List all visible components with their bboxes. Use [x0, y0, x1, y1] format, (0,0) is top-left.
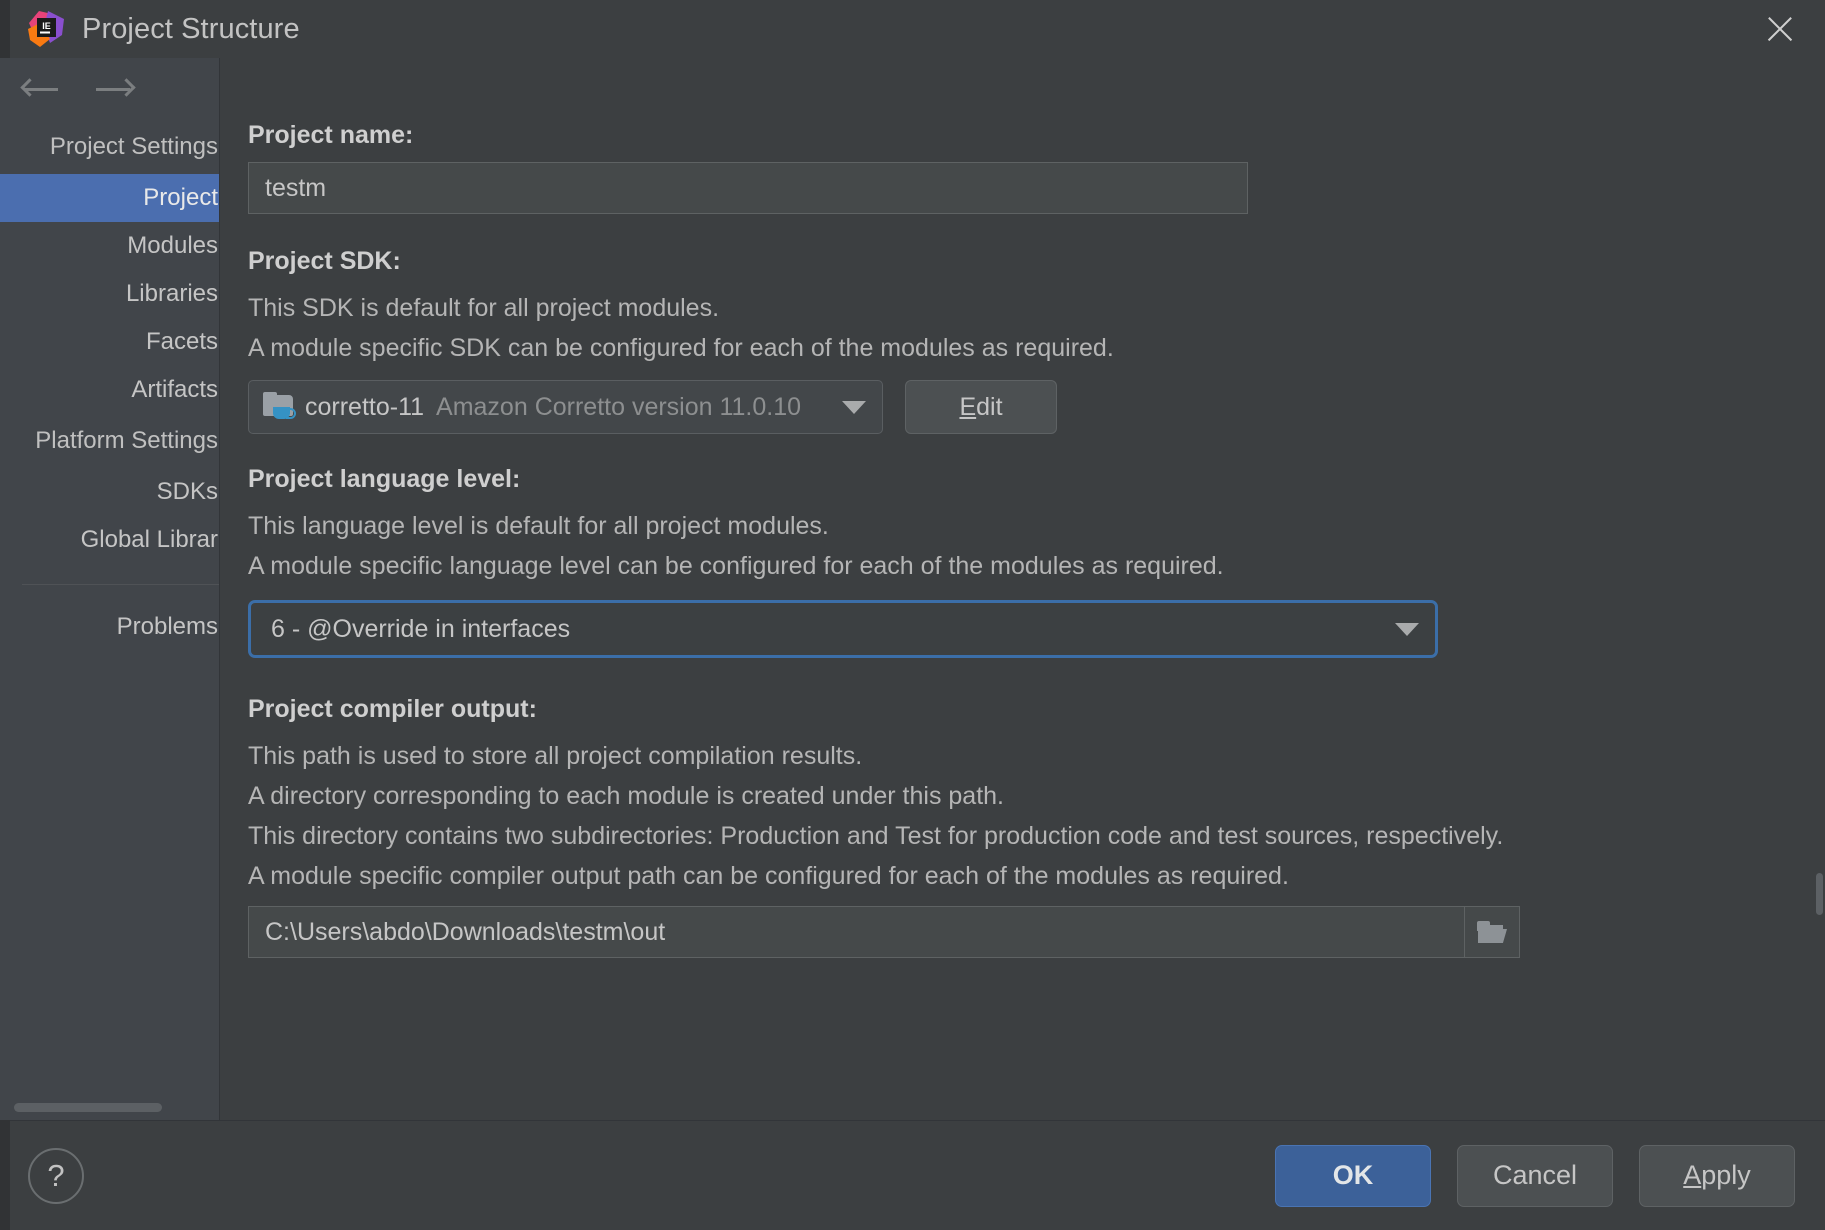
project-structure-dialog: IE Project Structure Project Settings Pr…: [0, 0, 1825, 1230]
language-level-selected-value: 6 - @Override in interfaces: [271, 615, 570, 644]
svg-text:IE: IE: [42, 21, 51, 31]
project-sdk-combobox[interactable]: corretto-11 Amazon Corretto version 11.0…: [248, 380, 883, 434]
apply-button[interactable]: Apply: [1639, 1145, 1795, 1207]
sidebar-item-artifacts[interactable]: Artifacts: [0, 366, 219, 414]
project-language-level-label: Project language level:: [248, 462, 1793, 496]
browse-compiler-output-button[interactable]: [1464, 906, 1520, 958]
project-sdk-description-line-1: This SDK is default for all project modu…: [248, 288, 1793, 328]
project-name-input[interactable]: testm: [248, 162, 1248, 214]
content-vertical-scrollbar[interactable]: [1816, 873, 1823, 915]
project-compiler-output-label: Project compiler output:: [248, 692, 1793, 726]
sidebar-group-platform-settings: Platform Settings: [0, 414, 219, 468]
project-sdk-label: Project SDK:: [248, 244, 1793, 278]
language-level-description-line-1: This language level is default for all p…: [248, 506, 1793, 546]
intellij-idea-logo-icon: IE: [26, 9, 66, 49]
sidebar-item-modules[interactable]: Modules: [0, 222, 219, 270]
folder-open-icon: [1477, 921, 1507, 943]
sidebar-divider: [22, 584, 219, 585]
sidebar-item-global-libraries[interactable]: Global Librar: [0, 516, 219, 564]
arrow-right-icon[interactable]: [94, 76, 134, 102]
compiler-output-description-line-2: A directory corresponding to each module…: [248, 776, 1793, 816]
sidebar-item-facets[interactable]: Facets: [0, 318, 219, 366]
compiler-output-description-line-3: This directory contains two subdirectori…: [248, 816, 1793, 856]
project-name-label: Project name:: [248, 118, 1793, 152]
sidebar-item-sdks[interactable]: SDKs: [0, 468, 219, 516]
question-mark-icon[interactable]: ?: [28, 1148, 84, 1204]
chevron-down-icon: [1395, 623, 1419, 636]
project-sdk-row: corretto-11 Amazon Corretto version 11.0…: [248, 380, 1793, 434]
compiler-output-description-line-1: This path is used to store all project c…: [248, 736, 1793, 776]
project-language-level-combobox[interactable]: 6 - @Override in interfaces: [248, 600, 1438, 658]
arrow-left-icon[interactable]: [22, 76, 62, 102]
language-level-description-line-2: A module specific language level can be …: [248, 546, 1793, 586]
project-sdk-description-line-2: A module specific SDK can be configured …: [248, 328, 1793, 368]
close-icon[interactable]: [1757, 6, 1803, 52]
chevron-down-icon: [842, 401, 866, 414]
sidebar-item-project[interactable]: Project: [0, 174, 219, 222]
project-sdk-selected-name: corretto-11: [305, 393, 424, 422]
apply-button-mnemonic: A: [1683, 1160, 1701, 1191]
cancel-button[interactable]: Cancel: [1457, 1145, 1613, 1207]
edit-button-label-rest: dit: [976, 393, 1002, 422]
project-sdk-selected-detail: Amazon Corretto version 11.0.10: [436, 393, 801, 422]
settings-sidebar: Project Settings Project Modules Librari…: [0, 58, 220, 1120]
edit-button-mnemonic: E: [959, 393, 976, 422]
sidebar-item-problems[interactable]: Problems: [0, 603, 219, 651]
project-settings-panel: Project name: testm Project SDK: This SD…: [220, 58, 1825, 1120]
dialog-body: Project Settings Project Modules Librari…: [0, 58, 1825, 1120]
dialog-titlebar: IE Project Structure: [0, 0, 1825, 58]
apply-button-label-rest: pply: [1701, 1160, 1751, 1191]
sidebar-item-libraries[interactable]: Libraries: [0, 270, 219, 318]
dialog-footer: ? OK Cancel Apply: [0, 1120, 1825, 1230]
ok-button[interactable]: OK: [1275, 1145, 1431, 1207]
jdk-folder-icon: [263, 392, 297, 422]
dialog-title: Project Structure: [82, 13, 300, 46]
compiler-output-path-input[interactable]: C:\Users\abdo\Downloads\testm\out: [248, 906, 1464, 958]
sidebar-horizontal-scrollbar[interactable]: [14, 1103, 162, 1112]
sidebar-nav-arrows: [0, 58, 219, 120]
compiler-output-path-row: C:\Users\abdo\Downloads\testm\out: [248, 906, 1520, 958]
edit-sdk-button[interactable]: Edit: [905, 380, 1057, 434]
compiler-output-description-line-4: A module specific compiler output path c…: [248, 856, 1793, 896]
sidebar-group-project-settings: Project Settings: [0, 120, 219, 174]
